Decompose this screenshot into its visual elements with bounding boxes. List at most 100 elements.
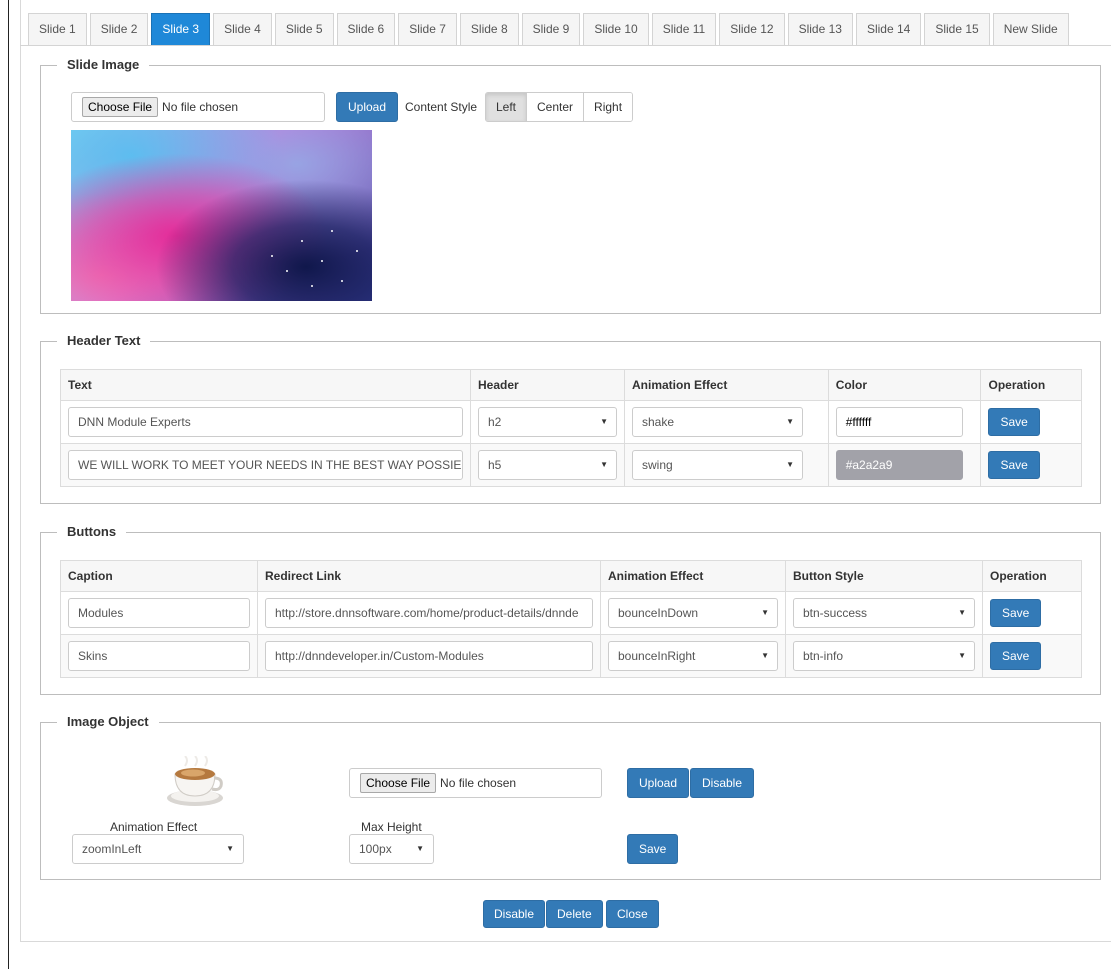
button-style-select[interactable]: btn-success ▼ (793, 598, 975, 628)
table-row: Skins http://dnndeveloper.in/Custom-Modu… (60, 634, 1082, 678)
animation-effect-value: bounceInDown (618, 606, 699, 620)
column-header: Operation (982, 560, 1082, 592)
choose-file-button[interactable]: Choose File (360, 773, 437, 793)
close-button[interactable]: Close (606, 900, 659, 928)
column-header: Header (470, 369, 625, 401)
tab-slide-11[interactable]: Slide 11 (651, 13, 717, 45)
image-object-upload-button[interactable]: Upload (627, 768, 690, 798)
content-style-center[interactable]: Center (526, 93, 584, 121)
header-text-legend: Header Text (57, 333, 151, 349)
slide-delete-button[interactable]: Delete (546, 900, 603, 928)
slide-tabs: Slide 1 Slide 2 Slide 3 Slide 4 Slide 5 … (28, 13, 1069, 45)
save-button[interactable]: Save (988, 408, 1040, 436)
image-object-save-button[interactable]: Save (627, 834, 679, 864)
tab-slide-5[interactable]: Slide 5 (274, 13, 334, 45)
button-style-value: btn-success (803, 606, 868, 620)
caption-input[interactable]: Skins (68, 641, 250, 671)
tab-slide-14[interactable]: Slide 14 (855, 13, 922, 45)
chevron-down-icon: ▼ (761, 651, 769, 660)
buttons-table: Caption Redirect Link Animation Effect B… (60, 560, 1082, 678)
tabs-divider (20, 45, 1111, 46)
image-object-file-input[interactable]: Choose File No file chosen (349, 768, 602, 798)
animation-effect-select[interactable]: bounceInDown ▼ (608, 598, 778, 628)
content-style-toggle: Left Center Right (485, 92, 634, 122)
tab-slide-3[interactable]: Slide 3 (151, 13, 211, 45)
table-row: WE WILL WORK TO MEET YOUR NEEDS IN THE B… (60, 443, 1082, 487)
slide-image-upload-button[interactable]: Upload (336, 92, 399, 122)
header-text-input[interactable]: DNN Module Experts (68, 407, 463, 437)
header-level-value: h5 (488, 458, 502, 472)
save-button[interactable]: Save (990, 599, 1042, 627)
caption-input[interactable]: Modules (68, 598, 250, 628)
tab-new-slide[interactable]: New Slide (992, 13, 1069, 45)
table-row: DNN Module Experts h2 ▼ shake ▼ #ffffff Sa… (60, 400, 1082, 444)
chevron-down-icon: ▼ (416, 844, 424, 853)
image-object-disable-button[interactable]: Disable (690, 768, 755, 798)
header-text-input[interactable]: WE WILL WORK TO MEET YOUR NEEDS IN THE B… (68, 450, 463, 480)
chevron-down-icon: ▼ (958, 608, 966, 617)
tab-slide-13[interactable]: Slide 13 (787, 13, 853, 45)
chevron-down-icon: ▼ (958, 651, 966, 660)
animation-effect-select[interactable]: shake ▼ (632, 407, 803, 437)
column-header: Redirect Link (257, 560, 601, 592)
slide-image-legend: Slide Image (57, 57, 150, 73)
chevron-down-icon: ▼ (761, 608, 769, 617)
save-button[interactable]: Save (990, 642, 1042, 670)
buttons-legend: Buttons (57, 524, 127, 540)
coffee-cup-image (167, 756, 223, 806)
column-header: Color (827, 369, 982, 401)
column-header: Caption (60, 560, 258, 592)
column-header: Text (60, 369, 471, 401)
choose-file-button[interactable]: Choose File (82, 97, 159, 117)
tab-slide-12[interactable]: Slide 12 (719, 13, 785, 45)
file-status-text: No file chosen (162, 100, 239, 114)
animation-effect-value: bounceInRight (618, 649, 696, 663)
tab-slide-6[interactable]: Slide 6 (336, 13, 396, 45)
animation-effect-select[interactable]: swing ▼ (632, 450, 803, 480)
tab-slide-7[interactable]: Slide 7 (398, 13, 457, 45)
image-animation-select[interactable]: zoomInLeft ▼ (72, 834, 244, 864)
redirect-link-input[interactable]: http://dnndeveloper.in/Custom-Modules (265, 641, 593, 671)
save-button[interactable]: Save (988, 451, 1040, 479)
chevron-down-icon: ▼ (226, 844, 234, 853)
color-input[interactable]: #ffffff (835, 407, 963, 437)
header-level-value: h2 (488, 415, 502, 429)
tab-slide-8[interactable]: Slide 8 (459, 13, 519, 45)
file-status-text: No file chosen (440, 776, 517, 790)
animation-effect-label: Animation Effect (110, 820, 198, 834)
content-style-right[interactable]: Right (583, 93, 633, 121)
animation-effect-select[interactable]: bounceInRight ▼ (608, 641, 778, 671)
max-height-value: 100px (359, 842, 392, 856)
slide-image-file-input[interactable]: Choose File No file chosen (71, 92, 325, 122)
tab-slide-10[interactable]: Slide 10 (583, 13, 649, 45)
chevron-down-icon: ▼ (786, 460, 794, 469)
header-level-select[interactable]: h5 ▼ (478, 450, 617, 480)
column-header: Animation Effect (624, 369, 829, 401)
table-header-row: Text Header Animation Effect Color Opera… (60, 369, 1082, 401)
max-height-select[interactable]: 100px ▼ (349, 834, 434, 864)
button-style-value: btn-info (803, 649, 844, 663)
tab-slide-2[interactable]: Slide 2 (89, 13, 149, 45)
column-header: Operation (980, 369, 1082, 401)
redirect-link-input[interactable]: http://store.dnnsoftware.com/home/produc… (265, 598, 593, 628)
chevron-down-icon: ▼ (600, 460, 608, 469)
tab-slide-9[interactable]: Slide 9 (521, 13, 581, 45)
column-header: Animation Effect (600, 560, 786, 592)
slide-disable-button[interactable]: Disable (483, 900, 546, 928)
table-header-row: Caption Redirect Link Animation Effect B… (60, 560, 1082, 592)
content-style-label: Content Style (405, 100, 478, 114)
content-style-left[interactable]: Left (486, 93, 527, 121)
chevron-down-icon: ▼ (600, 417, 608, 426)
slide-image-preview (71, 130, 372, 301)
button-style-select[interactable]: btn-info ▼ (793, 641, 975, 671)
image-object-legend: Image Object (57, 714, 159, 730)
column-header: Button Style (785, 560, 983, 592)
header-text-table: Text Header Animation Effect Color Opera… (60, 369, 1082, 487)
tab-slide-1[interactable]: Slide 1 (28, 13, 87, 45)
tab-slide-4[interactable]: Slide 4 (213, 13, 272, 45)
color-input[interactable]: #a2a2a9 (835, 450, 963, 480)
header-level-select[interactable]: h2 ▼ (478, 407, 617, 437)
tab-slide-15[interactable]: Slide 15 (924, 13, 990, 45)
chevron-down-icon: ▼ (786, 417, 794, 426)
left-border-line (8, 0, 9, 969)
